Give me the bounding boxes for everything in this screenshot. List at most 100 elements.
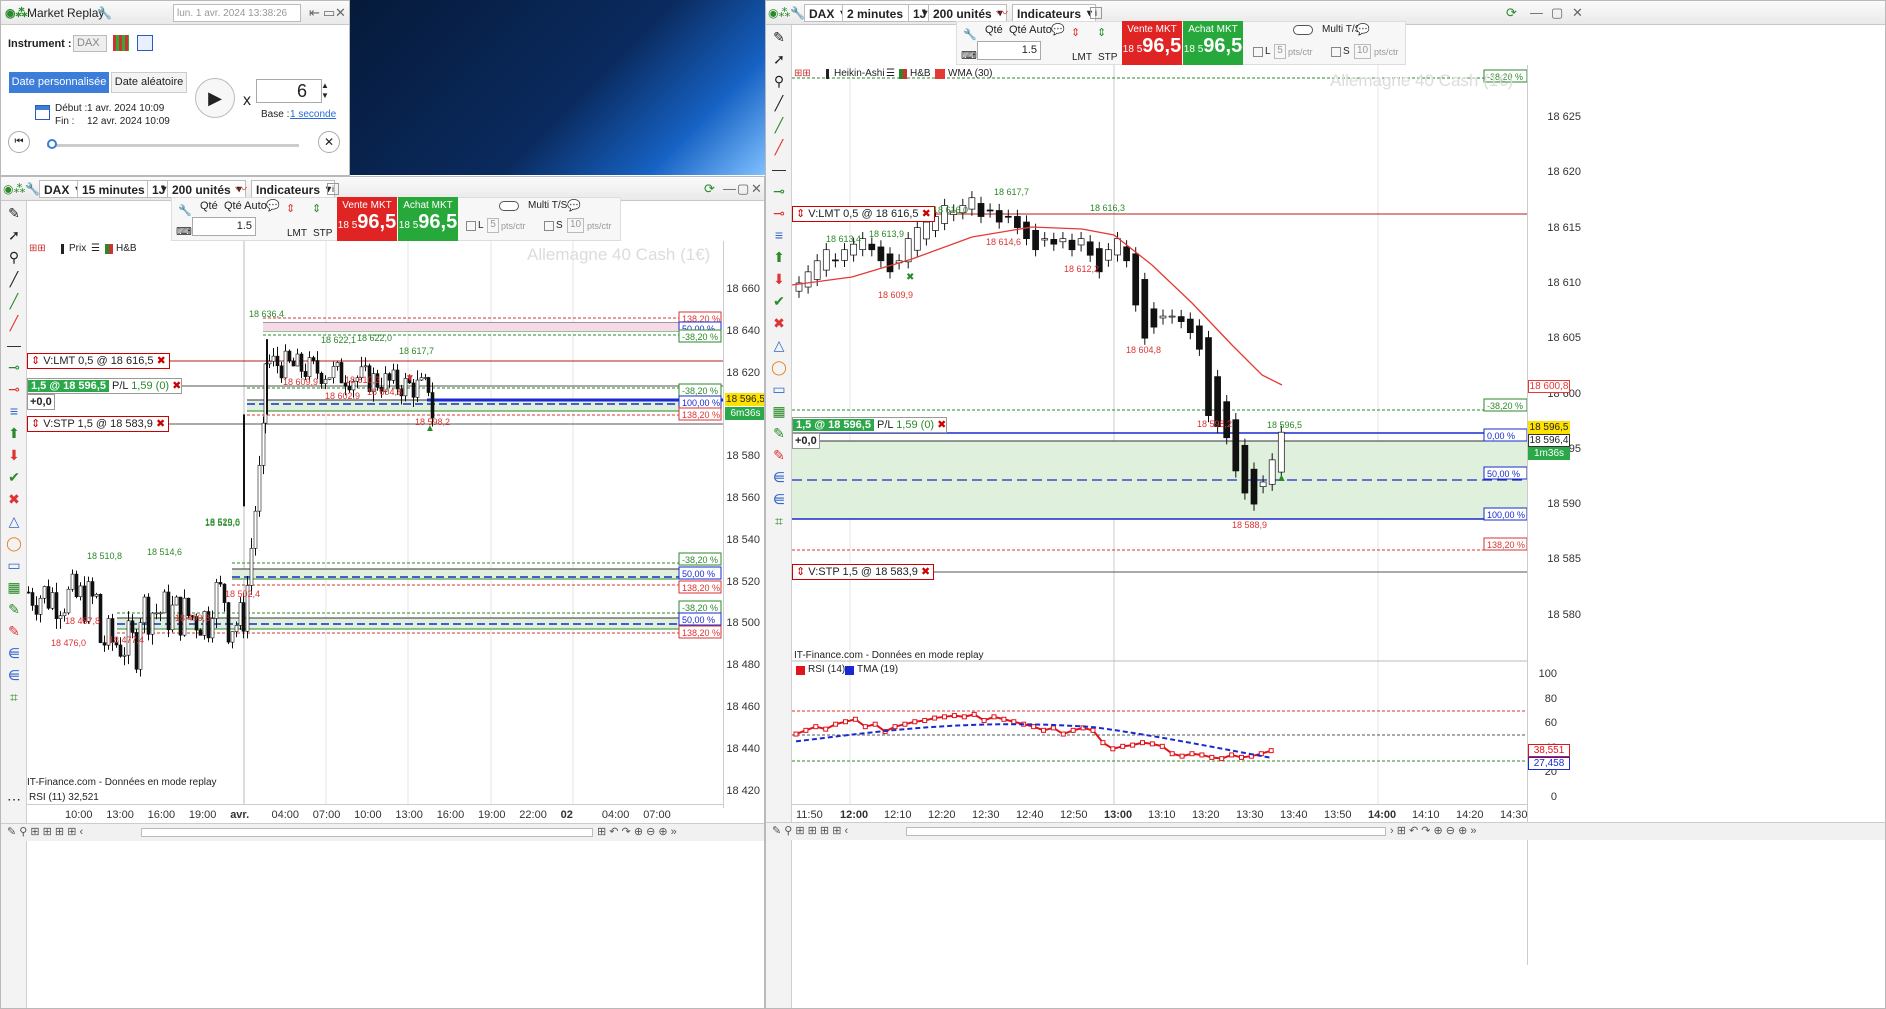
- buy-market-button[interactable]: Achat MKT 18 596,5: [1183, 21, 1243, 65]
- stop-pts-input[interactable]: 10: [567, 218, 584, 233]
- indicators-icon[interactable]: 〰: [235, 180, 247, 198]
- stp-label[interactable]: STP: [1098, 52, 1117, 63]
- stop-checkbox[interactable]: [1331, 47, 1341, 57]
- refresh-icon[interactable]: ⟳: [1506, 5, 1517, 21]
- wrench-icon[interactable]: 🔧: [963, 28, 977, 41]
- wrench-icon[interactable]: 🔧: [178, 204, 192, 217]
- pin-icon[interactable]: ⇤: [309, 5, 320, 21]
- ellipse-icon[interactable]: ◯: [769, 357, 789, 377]
- chart-tool-icons[interactable]: ⊞⊞: [29, 243, 46, 254]
- cancel-order-icon[interactable]: ✖: [156, 418, 165, 430]
- close-icon[interactable]: ✕: [1572, 5, 1583, 21]
- tab-custom-date[interactable]: Date personnalisée: [9, 72, 109, 93]
- indicators-icon[interactable]: 〰: [996, 4, 1008, 22]
- position-label[interactable]: 1,5 @ 18 596,5 P/L 1,59 (0) ✖: [792, 417, 948, 433]
- cancel-order-icon[interactable]: ✖: [922, 208, 931, 220]
- replay-slider-thumb[interactable]: [47, 139, 58, 149]
- stop-order-icon[interactable]: ⇕: [1097, 26, 1106, 39]
- hline-icon[interactable]: —: [769, 159, 789, 179]
- drag-icon[interactable]: ⇕: [796, 208, 805, 220]
- pencil-icon[interactable]: ✎: [4, 203, 24, 223]
- sell-limit-order-label[interactable]: ⇕ V:LMT 0,5 @ 18 616,5 ✖: [27, 353, 170, 369]
- limit-order-icon[interactable]: ⇕: [286, 202, 295, 215]
- speed-input[interactable]: 6: [256, 79, 322, 103]
- multi-ts-toggle[interactable]: [1293, 25, 1313, 35]
- limit-order-icon[interactable]: ⇕: [1071, 26, 1080, 39]
- sell-market-button[interactable]: Vente MKT 18 596,5: [1122, 21, 1182, 65]
- scrollbar[interactable]: [141, 828, 593, 837]
- help-icon[interactable]: 💬: [1356, 23, 1370, 36]
- tab-random-date[interactable]: Date aléatoire: [111, 72, 187, 93]
- wrench-icon[interactable]: 🔧: [25, 180, 40, 198]
- check-icon[interactable]: ✔: [4, 467, 24, 487]
- pencil-icon[interactable]: ✎: [769, 27, 789, 47]
- qty-auto-label[interactable]: Qté Auto: [1009, 24, 1052, 36]
- buy-market-button[interactable]: Achat MKT 18 596,5: [398, 197, 458, 241]
- sell-hline-icon[interactable]: ⊸: [4, 379, 24, 399]
- limit-pts-input[interactable]: 5: [1274, 44, 1286, 59]
- spinner-icon[interactable]: ▲ ▼: [321, 81, 329, 101]
- fib-time-icon[interactable]: ⋹: [769, 489, 789, 509]
- hline-icon[interactable]: —: [4, 335, 24, 355]
- indicators-dropdown[interactable]: Indicateurs: [1012, 4, 1097, 23]
- ellipse-icon[interactable]: ◯: [4, 533, 24, 553]
- drag-icon[interactable]: ⇕: [31, 418, 40, 430]
- help-icon[interactable]: 💬: [567, 199, 581, 212]
- stop-order-icon[interactable]: ⇕: [312, 202, 321, 215]
- channel-icon[interactable]: ▦: [769, 401, 789, 421]
- maximize-icon[interactable]: ▢: [1551, 5, 1563, 21]
- triangle-icon[interactable]: △: [769, 335, 789, 355]
- play-button[interactable]: ▶: [195, 78, 235, 118]
- pen-red-icon[interactable]: ✎: [4, 621, 24, 641]
- refresh-icon[interactable]: ⟳: [704, 181, 715, 197]
- stop-checkbox[interactable]: [544, 221, 554, 231]
- keyboard-icon[interactable]: ⌨: [961, 49, 977, 62]
- zoom-icons[interactable]: › ⊞ ↶ ↷ ⊕ ⊖ ⊕ »: [1390, 824, 1476, 837]
- close-icon[interactable]: ✕: [335, 5, 346, 21]
- buy-arrow-icon[interactable]: ⬆: [769, 247, 789, 267]
- close-position-icon[interactable]: ✖: [937, 419, 946, 431]
- close-icon[interactable]: ✕: [751, 181, 762, 197]
- info-icon[interactable]: i: [1090, 7, 1102, 19]
- red-line-icon[interactable]: ╱: [769, 137, 789, 157]
- minimize-icon[interactable]: —: [723, 181, 736, 196]
- sell-limit-order-label[interactable]: ⇕ V:LMT 0,5 @ 18 616,5 ✖: [792, 206, 935, 222]
- base-link[interactable]: 1 seconde: [290, 109, 336, 120]
- nav-icons[interactable]: ✎ ⚲ ⊞ ⊞ ⊞ ⊞ ‹: [7, 825, 83, 838]
- sell-stop-order-label[interactable]: ⇕ V:STP 1,5 @ 18 583,9 ✖: [792, 564, 935, 580]
- maximize-icon[interactable]: ▢: [737, 181, 749, 197]
- more-tools-icon[interactable]: ⋯: [4, 789, 24, 809]
- green-line-icon[interactable]: ╱: [769, 115, 789, 135]
- limit-checkbox[interactable]: [466, 221, 476, 231]
- qty-auto-label[interactable]: Qté Auto: [224, 200, 267, 212]
- zoom-icon[interactable]: ⚲: [4, 247, 24, 267]
- legend-hb[interactable]: H&B: [116, 243, 137, 254]
- drag-icon[interactable]: ⇕: [796, 566, 805, 578]
- grid-icon[interactable]: [113, 35, 129, 51]
- legend-hb[interactable]: H&B: [910, 68, 931, 79]
- buy-hline-icon[interactable]: ⊸: [4, 357, 24, 377]
- green-line-icon[interactable]: ╱: [4, 291, 24, 311]
- fib-icon[interactable]: ≡: [769, 225, 789, 245]
- sell-arrow-icon[interactable]: ⬇: [769, 269, 789, 289]
- cancel-order-icon[interactable]: ✖: [921, 566, 930, 578]
- pen-red-icon[interactable]: ✎: [769, 445, 789, 465]
- info-icon[interactable]: i: [327, 183, 339, 195]
- stp-label[interactable]: STP: [313, 228, 332, 239]
- line-tool-icon[interactable]: ╱: [4, 269, 24, 289]
- sell-market-button[interactable]: Vente MKT 18 596,5: [337, 197, 397, 241]
- keyboard-icon[interactable]: ⌨: [176, 225, 192, 238]
- help-icon[interactable]: 💬: [266, 199, 280, 212]
- left-chart-area[interactable]: 138,20 % 50,00 % -38,20 % -38,20 % 100,00 % 1…: [27, 241, 723, 808]
- sell-arrow-icon[interactable]: ⬇: [4, 445, 24, 465]
- cursor-icon[interactable]: ➚: [4, 225, 24, 245]
- fib-icon[interactable]: ≡: [4, 401, 24, 421]
- instrument-select[interactable]: DAX: [73, 35, 107, 52]
- buy-arrow-icon[interactable]: ⬆: [4, 423, 24, 443]
- multi-ts-toggle[interactable]: [499, 201, 519, 211]
- fib-time-icon[interactable]: ⋹: [4, 665, 24, 685]
- scrollbar[interactable]: [906, 827, 1386, 836]
- wrench-icon[interactable]: 🔧: [97, 4, 112, 22]
- right-time-axis[interactable]: 11:50 12:00 12:10 12:20 12:30 12:40 12:50 13:00…: [792, 804, 1528, 824]
- timeframe-dropdown[interactable]: 2 minutes: [842, 4, 919, 23]
